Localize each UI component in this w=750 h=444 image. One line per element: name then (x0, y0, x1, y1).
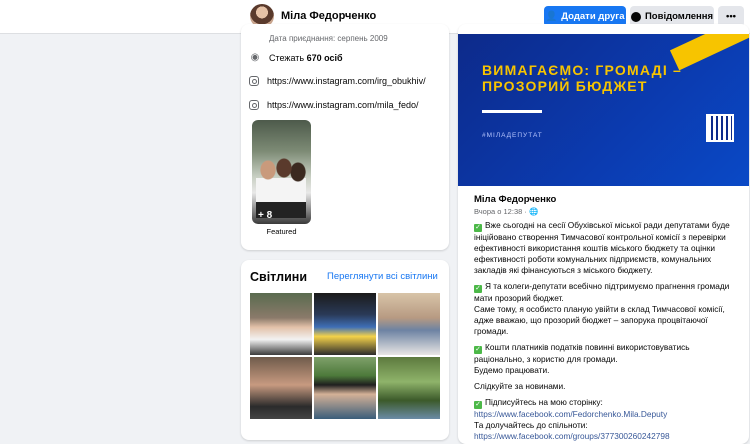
banner-title: ВИМАГАЄМО: ГРОМАДІ – ПРОЗОРИЙ БЮДЖЕТ (482, 62, 682, 94)
facebook-group-link[interactable]: https://www.facebook.com/groups/37730026… (474, 431, 670, 441)
photo-thumbnail[interactable] (250, 357, 312, 419)
featured-photo (256, 158, 306, 218)
qr-code-icon (706, 114, 734, 142)
globe-icon: 🌐 (528, 207, 539, 216)
post-image[interactable]: ВИМАГАЄМО: ГРОМАДІ – ПРОЗОРИЙ БЮДЖЕТ #МІ… (458, 34, 749, 186)
rss-icon: ◉ (250, 52, 260, 63)
featured-count: + 8 (258, 210, 273, 221)
check-icon: ✓ (474, 346, 482, 354)
featured-collection[interactable]: + 8 (252, 120, 311, 224)
messenger-icon (630, 11, 641, 22)
joined-date: Дата приєднання: серпень 2009 (269, 34, 388, 43)
add-friend-icon: 👤 (545, 11, 558, 22)
followers-count[interactable]: 670 осіб (307, 53, 343, 63)
post-text: ✓ Вже сьогодні на сесії Обухівської міськ… (474, 220, 730, 441)
facebook-page-link[interactable]: https://www.facebook.com/Fedorchenko.Mil… (474, 409, 667, 419)
profile-name[interactable]: Міла Федорченко (281, 10, 376, 22)
photos-title[interactable]: Світлини (250, 270, 307, 284)
instagram-link-2[interactable]: https://www.instagram.com/mila_fedo/ (267, 100, 419, 110)
post-author[interactable]: Міла Федорченко (474, 194, 556, 205)
instagram-icon (249, 100, 259, 110)
featured-label: Featured (266, 227, 297, 236)
photo-thumbnail[interactable] (378, 293, 440, 355)
photos-card: Світлини Переглянути всі світлини (241, 260, 449, 440)
photo-thumbnail[interactable] (314, 357, 376, 419)
post-timestamp[interactable]: Вчора о 12:38 · 🌐 (474, 207, 538, 216)
banner-divider (482, 110, 542, 113)
instagram-link-1[interactable]: https://www.instagram.com/irg_obukhiv/ (267, 76, 426, 86)
followers-row: ◉ Стежать 670 осіб (250, 52, 343, 63)
instagram-icon (249, 76, 259, 86)
instagram-row-1: https://www.instagram.com/irg_obukhiv/ (249, 76, 426, 86)
instagram-row-2: https://www.instagram.com/mila_fedo/ (249, 100, 419, 110)
intro-card: Дата приєднання: серпень 2009 ◉ Стежать … (241, 24, 449, 250)
photo-thumbnail[interactable] (378, 357, 440, 419)
see-all-photos-link[interactable]: Переглянути всі світлини (327, 271, 438, 282)
photo-thumbnail[interactable] (314, 293, 376, 355)
check-icon: ✓ (474, 224, 482, 232)
check-icon: ✓ (474, 285, 482, 293)
banner-hashtag: #МІЛАДЕПУТАТ (482, 132, 543, 139)
check-icon: ✓ (474, 401, 482, 409)
photo-thumbnail[interactable] (250, 293, 312, 355)
post-card: ВИМАГАЄМО: ГРОМАДІ – ПРОЗОРИЙ БЮДЖЕТ #МІ… (458, 24, 749, 444)
